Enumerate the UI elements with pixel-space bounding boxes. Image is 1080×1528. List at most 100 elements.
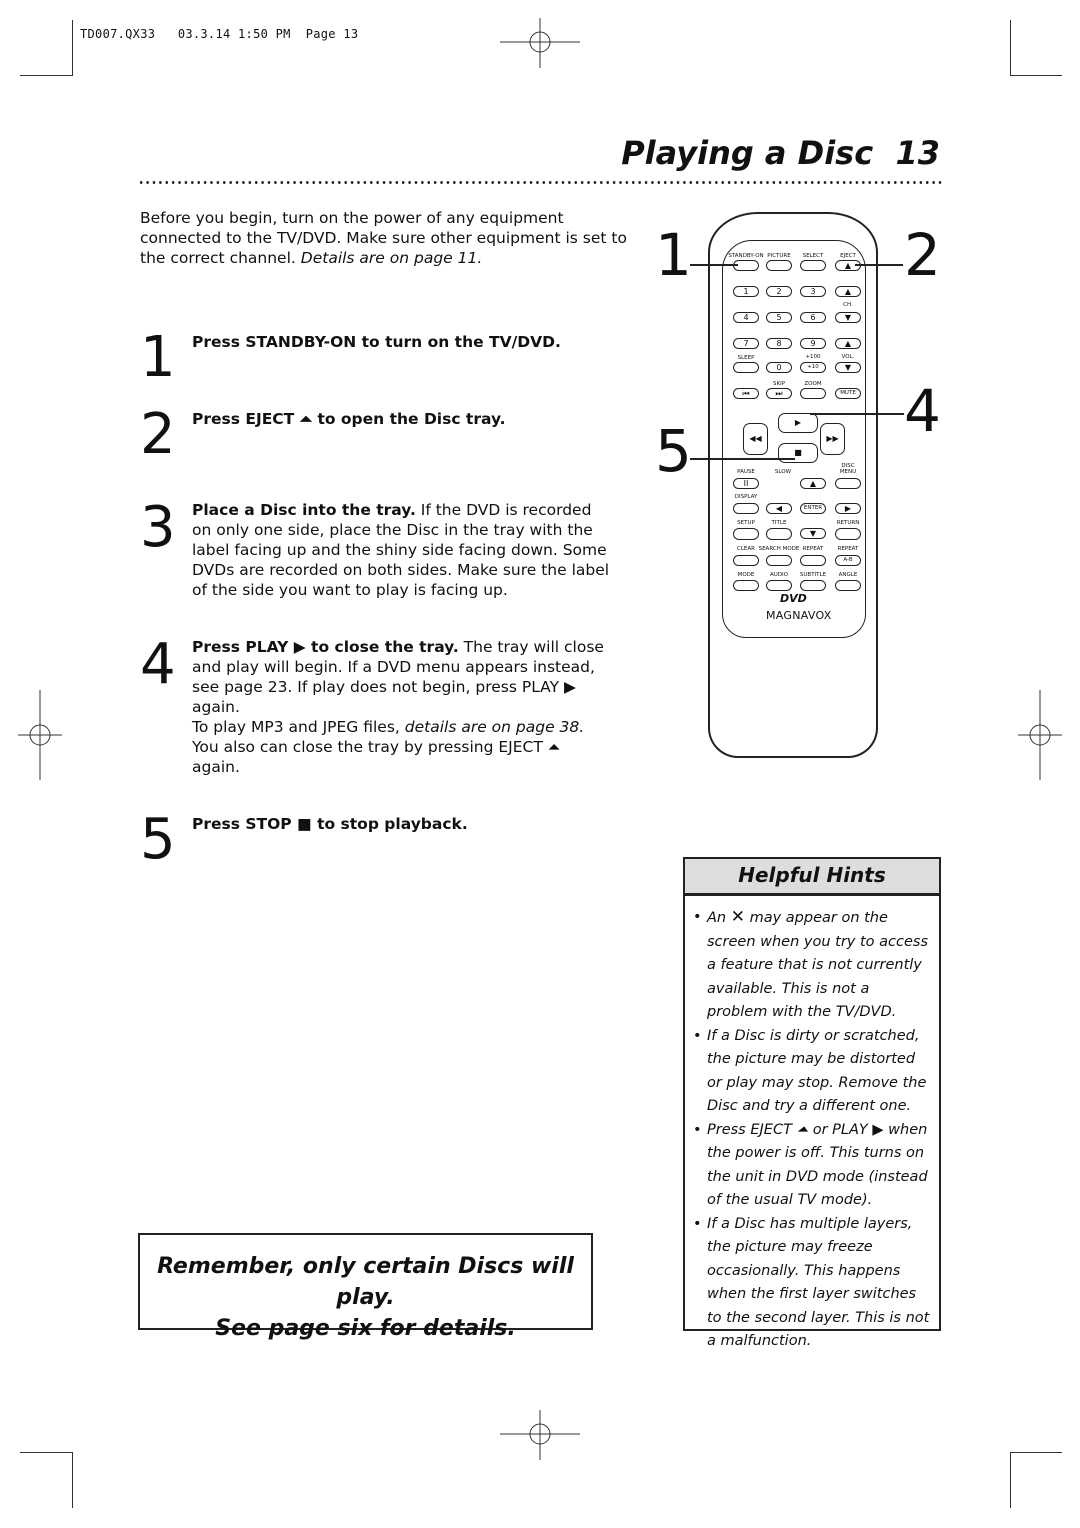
registration-mark (1018, 690, 1062, 780)
intro-reference: Details are on page 11. (300, 249, 483, 267)
remote-label: DISC MENU (839, 463, 857, 475)
crop-mark (1010, 75, 1062, 76)
registration-mark (500, 1410, 580, 1460)
step-number: 1 (140, 325, 176, 390)
registration-mark (500, 18, 580, 68)
remote-label: VOL. (841, 354, 855, 360)
dvd-logo: DVD (780, 592, 807, 605)
remote-button: 2 (766, 286, 792, 297)
remote-button (835, 478, 861, 489)
remote-button: ▼ (800, 528, 826, 539)
crop-mark (72, 20, 73, 76)
remote-button (835, 580, 861, 591)
remote-button: ▲ (835, 286, 861, 297)
step-instruction: Press STOP ■ to stop playback. (192, 815, 468, 833)
remote-label: REPEAT (837, 546, 859, 552)
crop-mark (1010, 20, 1011, 76)
remember-box: Remember, only certain Discs will play. … (138, 1233, 593, 1341)
hint-item: If a Disc is dirty or scratched, the pic… (693, 1025, 931, 1119)
leader-line (855, 264, 903, 266)
remote-button (733, 362, 759, 373)
remote-label: ZOOM (804, 381, 822, 387)
step-instruction: Place a Disc into the tray. (192, 501, 416, 519)
remote-button: +10 (800, 362, 826, 373)
remote-button: A-B (835, 555, 861, 566)
hint-item: An ✕ may appear on the screen when you t… (693, 906, 931, 1025)
hint-item: If a Disc has multiple layers, the pictu… (693, 1213, 931, 1354)
crop-mark (72, 1452, 73, 1508)
step-number: 4 (140, 632, 176, 697)
remote-label: TITLE (771, 520, 787, 526)
remote-button: II (733, 478, 759, 489)
remote-button: ENTER (800, 503, 826, 514)
step-note: To play MP3 and JPEG files, (192, 718, 405, 736)
page-number: 13 (895, 134, 940, 172)
step-instruction: Press STANDBY-ON to turn on the TV/DVD. (192, 333, 561, 351)
remote-label: DISPLAY (734, 494, 758, 500)
remote-button: MUTE (835, 388, 861, 399)
registration-mark (18, 690, 62, 780)
hint-item: Press EJECT ⏶ or PLAY ▶ when the power i… (693, 1119, 931, 1213)
remote-label: ANGLE (838, 572, 858, 578)
remote-button (733, 528, 759, 540)
step-instruction: Press EJECT ⏶ to open the Disc tray. (192, 410, 506, 428)
remote-button (766, 260, 792, 271)
remote-button: ▼ (835, 362, 861, 373)
callout-4: 4 (904, 377, 941, 445)
remote-button: 1 (733, 286, 759, 297)
remote-label: SLEEP (737, 355, 755, 361)
remote-button (766, 580, 792, 591)
remote-button: ⏮ (733, 388, 759, 399)
remote-button: 5 (766, 312, 792, 323)
leader-line (690, 458, 795, 460)
remote-label: RETURN (836, 520, 860, 526)
crop-mark (1010, 1452, 1011, 1508)
remote-label: EJECT (840, 253, 856, 259)
remote-label: PAUSE (737, 469, 755, 475)
remote-button: 4 (733, 312, 759, 323)
step-number: 5 (140, 807, 176, 872)
remember-line: See page six for details. (215, 1316, 516, 1341)
leader-line (810, 413, 904, 415)
dotted-rule (138, 180, 944, 185)
step-note: You also can close the tray by pressing … (192, 738, 561, 776)
remote-button: ◀ (766, 503, 792, 514)
crop-mark (20, 1452, 72, 1453)
remote-button: 7 (733, 338, 759, 349)
remote-button (835, 528, 861, 540)
brand-logo: MAGNAVOX (766, 609, 832, 622)
remote-button: 8 (766, 338, 792, 349)
hints-title: Helpful Hints (685, 859, 939, 896)
remote-button (800, 555, 826, 566)
remote-button (800, 260, 826, 271)
remote-button: ▲ (835, 338, 861, 349)
remember-line: Remember, only certain Discs will play. (157, 1254, 574, 1310)
intro-paragraph: Before you begin, turn on the power of a… (140, 208, 630, 268)
callout-5: 5 (655, 417, 692, 485)
remote-button: 3 (800, 286, 826, 297)
callout-2: 2 (904, 221, 941, 289)
remote-button (733, 503, 759, 514)
crop-mark (20, 75, 72, 76)
step-number: 2 (140, 402, 176, 467)
callout-1: 1 (655, 221, 692, 289)
manual-page: TD007.QX33 03.3.14 1:50 PM Page 13 Playi… (0, 0, 1080, 1528)
remote-button (733, 555, 759, 566)
remote-button: 0 (766, 362, 792, 373)
remote-button: 6 (800, 312, 826, 323)
remote-button: ▶ (835, 503, 861, 514)
remote-button (766, 555, 792, 566)
crop-mark (1010, 1452, 1062, 1453)
remote-label: CH. (843, 302, 853, 308)
remote-button (800, 388, 826, 399)
print-slug: TD007.QX33 03.3.14 1:50 PM Page 13 (80, 27, 359, 41)
helpful-hints-box: Helpful Hints An ✕ may appear on the scr… (683, 857, 941, 1349)
remote-button: 9 (800, 338, 826, 349)
remote-button: ▼ (835, 312, 861, 323)
step-number: 3 (140, 495, 176, 560)
remote-button: ⏭ (766, 388, 792, 399)
remote-button (766, 528, 792, 540)
remote-button (733, 580, 759, 591)
step-reference: details are on page 38. (404, 718, 585, 736)
title-text: Playing a Disc (621, 134, 874, 172)
